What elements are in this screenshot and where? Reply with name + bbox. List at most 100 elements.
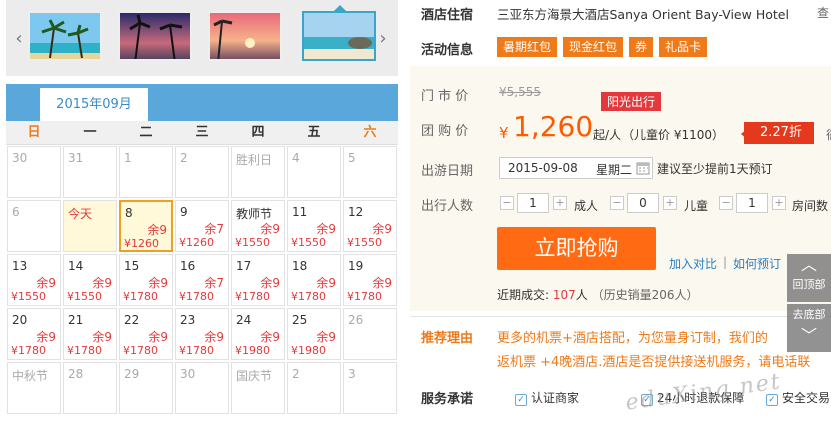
remaining-seats: 余9 <box>92 276 112 290</box>
day-number: 6 <box>12 205 20 219</box>
calendar-day-cell[interactable]: 教师节 余9 ¥1550 <box>231 200 285 252</box>
calendar-day-cell[interactable]: 22 余9 ¥1780 <box>119 308 173 360</box>
promo-tags: 暑期红包 现金红包券礼品卡 <box>497 37 713 57</box>
calendar-day-cell[interactable]: 25 余9 ¥1980 <box>287 308 341 360</box>
weekday-label: 三 <box>195 125 209 140</box>
adult-plus-button[interactable]: + <box>553 196 567 210</box>
remaining-seats: 余9 <box>372 222 392 236</box>
go-to-bottom-label: 去底部 <box>792 308 826 321</box>
remaining-seats: 余9 <box>204 330 224 344</box>
promo-tag[interactable]: 暑期红包 <box>497 37 558 57</box>
remaining-seats: 余9 <box>316 276 336 290</box>
how-to-book-link[interactable]: 如何预订 <box>733 255 781 272</box>
promo-tag[interactable]: 现金红包 <box>563 37 624 57</box>
calendar-day-cell[interactable]: 8 余9 ¥1260 <box>119 200 173 252</box>
market-price-value: ¥5,555 <box>499 85 541 99</box>
promo-tag[interactable]: 礼品卡 <box>659 37 708 57</box>
price-unit: 起/人 <box>593 128 622 142</box>
calendar-month-tab[interactable]: 2015年09月 <box>40 88 148 121</box>
day-number: 18 <box>292 259 308 273</box>
reason-line-2: 返机票 +4晚酒店.酒店是否提供接送机服务，请电话联 <box>497 355 811 370</box>
child-minus-button[interactable]: − <box>610 196 624 210</box>
beach-palms-image <box>30 13 100 59</box>
service-item-label: 认证商家 <box>531 391 580 405</box>
day-number: 24 <box>236 313 252 327</box>
adult-count-input[interactable]: 1 <box>517 193 549 213</box>
calendar-day-cell[interactable]: 13 余9 ¥1550 <box>7 254 61 306</box>
selected-indicator-icon <box>334 5 346 11</box>
child-plus-button[interactable]: + <box>663 196 677 210</box>
day-number: 22 <box>124 313 140 327</box>
calendar-day-cell[interactable]: 19 余9 ¥1780 <box>343 254 397 306</box>
weekday-label: 二 <box>139 125 153 140</box>
calendar-day-cell[interactable]: 14 余9 ¥1550 <box>63 254 117 306</box>
thumbnail-beach-palms[interactable] <box>28 11 102 61</box>
travel-date-value: 2015-09-08 <box>508 161 578 175</box>
day-number: 19 <box>348 259 364 273</box>
buy-now-button[interactable]: 立即抢购 <box>497 227 656 270</box>
calendar-day-cell[interactable]: 23 余9 ¥1780 <box>175 308 229 360</box>
room-count-input[interactable]: 1 <box>736 193 768 213</box>
calendar-day-cell[interactable]: 16 余7 ¥1780 <box>175 254 229 306</box>
watermark: eduXing.net <box>624 369 784 416</box>
reason-label: 推荐理由 <box>421 331 474 346</box>
add-compare-link[interactable]: 加入对比 <box>669 255 717 272</box>
sunset-sea-image <box>210 13 280 59</box>
day-number: 13 <box>12 259 28 273</box>
weekday-label: 一 <box>83 125 97 140</box>
calendar-day-cell: 6 <box>7 200 61 252</box>
discount-pointer-icon <box>741 129 747 139</box>
calendar-day-cell[interactable]: 24 余9 ¥1980 <box>231 308 285 360</box>
market-price-label: 门 市 价 <box>421 89 469 104</box>
prev-arrow-icon[interactable]: ‹ <box>12 28 26 49</box>
room-minus-button[interactable]: − <box>719 196 733 210</box>
sales-count: 107 <box>552 288 576 302</box>
calendar-day-cell[interactable]: 15 余9 ¥1780 <box>119 254 173 306</box>
room-plus-button[interactable]: + <box>772 196 786 210</box>
day-price: ¥1780 <box>291 290 326 303</box>
room-label: 房间数 <box>792 199 829 213</box>
divider <box>410 316 831 317</box>
calendar-icon[interactable] <box>636 161 650 175</box>
price-extra: 徭 <box>826 126 831 143</box>
palm-sunset-image <box>120 13 190 59</box>
back-to-top-button[interactable]: ︿ 回顶部 <box>787 254 831 302</box>
day-number: 4 <box>292 151 300 165</box>
child-count-input[interactable]: 0 <box>627 193 659 213</box>
calendar-day-cell[interactable]: 12 余9 ¥1550 <box>343 200 397 252</box>
day-price: ¥1780 <box>347 290 382 303</box>
day-number: 2 <box>292 367 300 381</box>
calendar-day-cell[interactable]: 21 余9 ¥1780 <box>63 308 117 360</box>
link-separator: | <box>723 255 728 269</box>
day-number: 30 <box>12 151 28 165</box>
calendar-day-cell: 4 <box>287 146 341 198</box>
go-to-bottom-button[interactable]: 去底部 ﹀ <box>787 304 831 352</box>
calendar-day-cell[interactable]: 11 余9 ¥1550 <box>287 200 341 252</box>
calendar-day-cell: 1 <box>119 146 173 198</box>
calendar-day-cell[interactable]: 18 余9 ¥1780 <box>287 254 341 306</box>
reason-line-1: 更多的机票+酒店搭配，为您量身订制，我们的 <box>497 331 768 346</box>
calendar-day-cell[interactable]: 17 余9 ¥1780 <box>231 254 285 306</box>
day-number: 中秋节 <box>12 369 49 383</box>
promo-tag[interactable]: 券 <box>629 37 654 57</box>
day-price: ¥1780 <box>67 344 102 357</box>
thumbnail-palm-sunset[interactable] <box>118 11 192 61</box>
booking-hint: 建议至少提前1天预订 <box>657 162 773 176</box>
remaining-seats: 余9 <box>316 330 336 344</box>
travel-date-input[interactable]: 2015-09-08 星期二 <box>499 157 653 179</box>
day-number: 17 <box>236 259 252 273</box>
back-to-top-label: 回顶部 <box>792 278 826 291</box>
hotel-more-link[interactable]: 查 <box>817 4 829 21</box>
next-arrow-icon[interactable]: › <box>376 28 390 49</box>
calendar-day-cell[interactable]: 20 余9 ¥1780 <box>7 308 61 360</box>
calendar-day-cell[interactable]: 9 余7 ¥1260 <box>175 200 229 252</box>
thumbnail-beach-selected[interactable] <box>302 11 376 61</box>
thumbnail-sunset-sea[interactable] <box>208 11 282 61</box>
remaining-seats: 余7 <box>204 276 224 290</box>
adult-minus-button[interactable]: − <box>500 196 514 210</box>
day-number: 3 <box>348 367 356 381</box>
day-price: ¥1550 <box>291 236 326 249</box>
sunshine-badge: 阳光出行 <box>601 92 662 111</box>
day-number: 20 <box>12 313 28 327</box>
day-price: ¥1780 <box>235 290 270 303</box>
